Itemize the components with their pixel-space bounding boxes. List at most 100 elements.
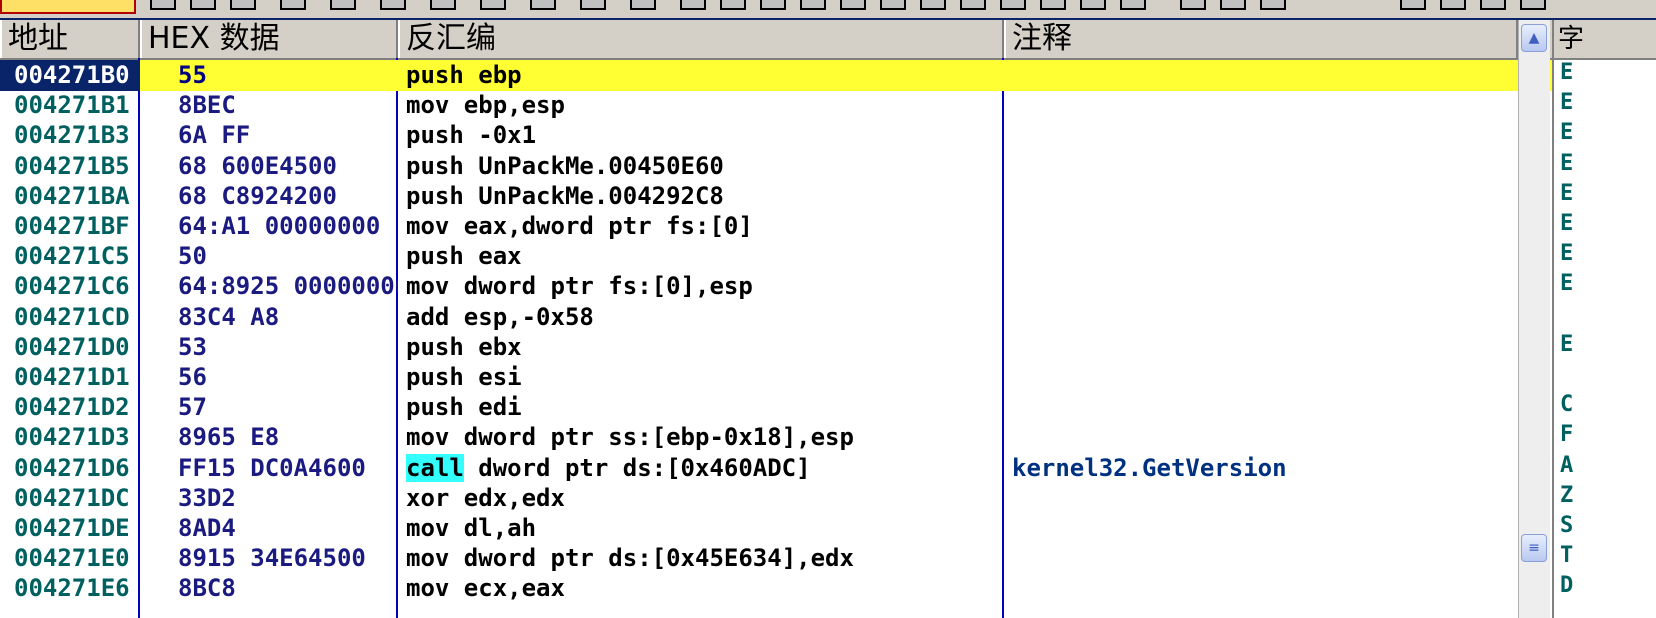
address-cell: 004271D1 xyxy=(14,363,130,391)
opcode: xor xyxy=(406,483,450,512)
toolbar-button[interactable] xyxy=(720,0,746,10)
table-row[interactable]: 004271B5 68 600E4500 push UnPackMe.00450E6… xyxy=(0,150,1600,182)
table-row[interactable]: 004271DC 33D2 xor edx,edx xyxy=(0,482,1600,514)
column-header-hex[interactable]: HEX 数据 xyxy=(140,20,398,58)
table-row[interactable]: 004271E6 8BC8 mov ecx,eax xyxy=(0,572,1600,604)
comment-cell xyxy=(1004,331,1594,363)
toolbar-button[interactable] xyxy=(840,0,866,10)
info-panel-char: T xyxy=(1560,543,1574,569)
table-row[interactable]: 004271E0 8915 34E64500 mov dword ptr ds:[0… xyxy=(0,542,1600,574)
comment-cell xyxy=(1004,240,1594,272)
address-cell: 004271D3 xyxy=(14,423,130,452)
address-cell: 004271C5 xyxy=(14,242,130,271)
toolbar-button[interactable] xyxy=(480,0,506,10)
table-row[interactable]: 004271D3 8965 E8 mov dword ptr ss:[ebp-0x1… xyxy=(0,421,1600,453)
table-row[interactable]: 004271B1 8BEC mov ebp,esp xyxy=(0,89,1600,121)
toolbar-button[interactable] xyxy=(1400,0,1426,10)
opcode: mov xyxy=(406,514,450,542)
opcode: push xyxy=(406,393,464,422)
scroll-up-icon[interactable]: ▲ xyxy=(1521,24,1547,52)
toolbar-button[interactable] xyxy=(380,0,406,10)
table-row[interactable]: 004271BA 68 C8924200 push UnPackMe.004292C… xyxy=(0,180,1600,212)
operands: edi xyxy=(463,393,522,422)
scroll-thumb-icon[interactable]: ≡ xyxy=(1521,534,1547,562)
disassembly-cell: mov dl,ah xyxy=(400,512,1002,544)
comment-cell xyxy=(1004,421,1594,453)
table-row[interactable]: 004271D0 53 push ebx xyxy=(0,331,1600,363)
toolbar-button[interactable] xyxy=(1180,0,1206,10)
info-panel: 字 EEEEEEEEECFAZSTD xyxy=(1552,20,1656,618)
toolbar-button[interactable] xyxy=(880,0,906,10)
toolbar xyxy=(0,0,1656,20)
toolbar-button[interactable] xyxy=(1480,0,1506,10)
opcode: mov xyxy=(406,91,450,120)
address-cell: 004271D6 xyxy=(14,453,130,482)
table-row[interactable]: 004271C6 64:8925 00000000 mov dword ptr fs… xyxy=(0,270,1600,302)
table-row[interactable]: 004271BF 64:A1 00000000 mov eax,dword ptr … xyxy=(0,210,1600,242)
opcode: mov xyxy=(406,423,450,452)
hex-cell: 57 xyxy=(178,393,207,422)
opcode: mov xyxy=(406,544,450,573)
disassembly-listing[interactable]: 004271B0 55 push ebp 004271B1 8BEC mov ebp,es… xyxy=(0,60,1600,618)
table-row[interactable]: 004271D6 FF15 DC0A4600 call dword ptr ds:[… xyxy=(0,452,1600,484)
comment-cell xyxy=(1004,361,1594,393)
toolbar-button[interactable] xyxy=(530,0,556,10)
disassembly-cell: push esi xyxy=(400,361,1002,393)
vertical-scrollbar[interactable]: ▲ ≡ xyxy=(1518,20,1550,618)
opcode: push xyxy=(406,61,464,89)
info-panel-header: 字 xyxy=(1554,20,1656,60)
table-row[interactable]: 004271D1 56 push esi xyxy=(0,361,1600,393)
disassembly-cell: mov dword ptr ds:[0x45E634],edx xyxy=(400,542,1002,574)
toolbar-button[interactable] xyxy=(1260,0,1286,10)
toolbar-button[interactable] xyxy=(330,0,356,10)
address-cell: 004271E0 xyxy=(14,544,130,573)
toolbar-button[interactable] xyxy=(150,0,176,10)
hex-cell: 53 xyxy=(178,332,207,361)
toolbar-button[interactable] xyxy=(1000,0,1026,10)
table-row[interactable]: 004271B3 6A FF push -0x1 xyxy=(0,119,1600,151)
comment-cell xyxy=(1004,150,1594,182)
toolbar-button[interactable] xyxy=(580,0,606,10)
toolbar-button[interactable] xyxy=(1040,0,1066,10)
disassembly-cell: call dword ptr ds:[0x460ADC] xyxy=(400,452,1002,484)
info-panel-char: C xyxy=(1560,392,1574,418)
info-panel-char: E xyxy=(1560,150,1574,176)
toolbar-button[interactable] xyxy=(680,0,706,10)
toolbar-button[interactable] xyxy=(1080,0,1106,10)
disassembly-cell: push edi xyxy=(400,391,1002,423)
comment-cell xyxy=(1004,270,1594,302)
column-header-comment[interactable]: 注释 xyxy=(1004,20,1518,58)
toolbar-button[interactable] xyxy=(280,0,306,10)
toolbar-button[interactable] xyxy=(760,0,786,10)
toolbar-button[interactable] xyxy=(800,0,826,10)
column-header-disassembly[interactable]: 反汇编 xyxy=(398,20,1004,58)
comment-cell xyxy=(1004,210,1594,242)
operands: esp,-0x58 xyxy=(449,302,594,331)
comment-cell xyxy=(1004,180,1594,212)
operands: UnPackMe.004292C8 xyxy=(463,181,724,210)
table-row[interactable]: 004271CD 83C4 A8 add esp,-0x58 xyxy=(0,301,1600,333)
toolbar-button[interactable] xyxy=(920,0,946,10)
toolbar-button[interactable] xyxy=(1220,0,1246,10)
toolbar-button[interactable] xyxy=(430,0,456,10)
operands: -0x1 xyxy=(463,121,537,150)
toolbar-button[interactable] xyxy=(190,0,216,10)
column-header-address[interactable]: 地址 xyxy=(0,20,140,58)
opcode: push xyxy=(406,181,464,210)
toolbar-button[interactable] xyxy=(630,0,656,10)
disassembly-cell: push UnPackMe.004292C8 xyxy=(400,180,1002,212)
toolbar-button[interactable] xyxy=(230,0,256,10)
opcode: mov xyxy=(406,212,450,240)
toolbar-button[interactable] xyxy=(1440,0,1466,10)
opcode: push xyxy=(406,332,464,361)
address-cell: 004271D2 xyxy=(14,393,130,422)
operands: dword ptr ds:[0x460ADC] xyxy=(463,453,811,482)
toolbar-button[interactable] xyxy=(1520,0,1546,10)
table-row[interactable]: 004271B0 55 push ebp xyxy=(0,60,1600,91)
info-panel-char: E xyxy=(1560,90,1574,116)
table-row[interactable]: 004271C5 50 push eax xyxy=(0,240,1600,272)
table-row[interactable]: 004271DE 8AD4 mov dl,ah xyxy=(0,512,1600,544)
toolbar-button[interactable] xyxy=(1120,0,1146,10)
toolbar-button[interactable] xyxy=(960,0,986,10)
table-row[interactable]: 004271D2 57 push edi xyxy=(0,391,1600,423)
